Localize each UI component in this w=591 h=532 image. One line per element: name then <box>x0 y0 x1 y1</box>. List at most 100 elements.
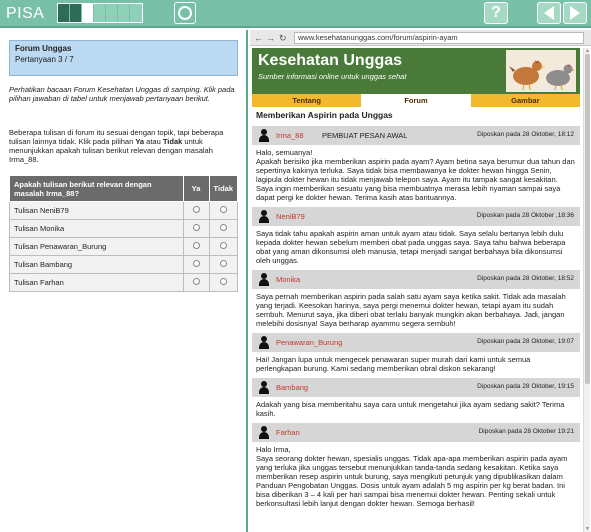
user-avatar-icon <box>258 129 270 142</box>
post-header: NeniB79 Diposkan pada 28 Oktober ,18:36 <box>252 207 580 226</box>
next-button[interactable] <box>563 2 587 24</box>
user-avatar-icon <box>258 381 270 394</box>
post-author: NeniB79 <box>276 212 305 221</box>
radio-no[interactable] <box>208 255 239 274</box>
post-author: Farhan <box>276 428 300 437</box>
table-row: Tulisan Bambang <box>9 255 239 274</box>
forum-posts: Irma_88 PEMBUAT PESAN AWAL Diposkan pada… <box>252 126 580 532</box>
question-header: Forum Unggas Pertanyaan 3 / 7 <box>9 40 238 76</box>
progress-segment-done <box>70 4 82 22</box>
arrow-left-icon <box>544 6 554 20</box>
chickens-illustration-icon <box>506 50 576 92</box>
forum-post: Farhan Diposkan pada 28 Oktober 19:21 Ha… <box>252 423 580 510</box>
forum-post: Penawaran_Burung Diposkan pada 28 Oktobe… <box>252 333 580 375</box>
instruction-text: Perhatikan bacaan Forum Kesehatan Unggas… <box>9 85 235 103</box>
scrollbar-thumb[interactable] <box>585 54 590 384</box>
radio-yes[interactable] <box>182 273 210 292</box>
radio-icon[interactable] <box>219 224 227 231</box>
forward-arrow-icon[interactable]: → <box>266 33 275 43</box>
post-date: Diposkan pada 28 Oktober, 18:52 <box>477 275 574 282</box>
progress-indicator <box>57 3 143 23</box>
browser-bar: ← → ↻ www.kesehatanunggas.com/forum/aspi… <box>250 30 591 46</box>
radio-icon[interactable] <box>219 242 227 249</box>
radio-yes[interactable] <box>182 255 210 274</box>
post-header: Penawaran_Burung Diposkan pada 28 Oktobe… <box>252 333 580 352</box>
back-arrow-icon[interactable]: ← <box>254 33 263 43</box>
post-date: Diposkan pada 28 Oktober, 18:12 <box>477 131 574 138</box>
progress-segment-current <box>82 4 94 22</box>
post-date: Diposkan pada 28 Oktober 19:21 <box>478 428 574 435</box>
post-author: Irma_88 <box>276 131 304 140</box>
table-row: Tulisan Farhan <box>9 273 239 292</box>
table-row: Tulisan Monika <box>9 219 239 238</box>
answer-table: Apakah tulisan berikut relevan dengan ma… <box>9 175 239 292</box>
radio-icon[interactable] <box>192 224 200 231</box>
post-body: Halo Irma, Saya seorang dokter hewan, sp… <box>256 445 568 508</box>
forum-post: Irma_88 PEMBUAT PESAN AWAL Diposkan pada… <box>252 126 580 204</box>
radio-no[interactable] <box>208 273 239 292</box>
unit-title: Forum Unggas <box>15 44 72 53</box>
post-subject: PEMBUAT PESAN AWAL <box>322 131 408 140</box>
scroll-down-icon[interactable]: ▼ <box>585 526 590 532</box>
help-icon: ? <box>491 4 501 21</box>
radio-yes[interactable] <box>182 237 210 256</box>
post-body: Halo, semuanya! Apakah berisiko jika mem… <box>256 148 575 202</box>
radio-icon[interactable] <box>219 278 227 285</box>
radio-no[interactable] <box>208 237 239 256</box>
row-label: Tulisan Bambang <box>9 255 184 274</box>
top-toolbar: PISA ? <box>0 0 591 28</box>
forum-post: NeniB79 Diposkan pada 28 Oktober ,18:36 … <box>252 207 580 267</box>
url-bar[interactable]: www.kesehatanunggas.com/forum/aspirin-ay… <box>294 32 584 44</box>
arrow-right-icon <box>570 6 580 20</box>
forum-post: Monika Diposkan pada 28 Oktober, 18:52 S… <box>252 270 580 330</box>
radio-icon[interactable] <box>192 278 200 285</box>
post-date: Diposkan pada 28 Oktober, 19:07 <box>477 338 574 345</box>
post-date: Diposkan pada 28 Oktober, 19:15 <box>477 383 574 390</box>
radio-icon[interactable] <box>219 206 227 213</box>
question-counter: Pertanyaan 3 / 7 <box>15 55 74 64</box>
radio-yes[interactable] <box>182 201 210 220</box>
user-avatar-icon <box>258 426 270 439</box>
row-label: Tulisan Monika <box>9 219 184 238</box>
radio-no[interactable] <box>208 201 239 220</box>
help-button[interactable]: ? <box>484 2 508 24</box>
radio-icon[interactable] <box>192 242 200 249</box>
posts-scrollbar[interactable]: ▲ ▼ <box>583 48 590 532</box>
forum-post: Bambang Diposkan pada 28 Oktober, 19:15 … <box>252 378 580 420</box>
tab-forum[interactable]: Forum <box>361 94 471 107</box>
radio-icon[interactable] <box>219 260 227 267</box>
radio-no[interactable] <box>208 219 239 238</box>
tab-gambar[interactable]: Gambar <box>471 94 580 107</box>
tab-tentang[interactable]: Tentang <box>252 94 361 107</box>
row-label: Tulisan Farhan <box>9 273 184 292</box>
table-header: Apakah tulisan berikut relevan dengan ma… <box>9 175 184 202</box>
refresh-icon[interactable]: ↻ <box>279 33 287 43</box>
progress-segment-todo <box>130 4 142 22</box>
post-author: Monika <box>276 275 301 284</box>
progress-segment-todo <box>94 4 106 22</box>
table-row: Tulisan Penawaran_Burung <box>9 237 239 256</box>
user-avatar-icon <box>258 210 270 223</box>
site-subtitle: Sumber informasi online untuk unggas seh… <box>258 72 407 81</box>
post-header: Farhan Diposkan pada 28 Oktober 19:21 <box>252 423 580 442</box>
site-nav: Tentang Forum Gambar <box>252 94 580 107</box>
browser-pane: ← → ↻ www.kesehatanunggas.com/forum/aspi… <box>250 30 591 532</box>
user-avatar-icon <box>258 273 270 286</box>
post-body: Hai! Jangan lupa untuk mengecek penawara… <box>256 355 531 373</box>
site-title: Kesehatan Unggas <box>258 52 403 69</box>
progress-segment-todo <box>118 4 130 22</box>
radio-icon[interactable] <box>192 260 200 267</box>
table-row: Tulisan NeniB79 <box>9 201 239 220</box>
row-label: Tulisan Penawaran_Burung <box>9 237 184 256</box>
radio-yes[interactable] <box>182 219 210 238</box>
post-header: Monika Diposkan pada 28 Oktober, 18:52 <box>252 270 580 289</box>
forum-title: Memberikan Aspirin pada Unggas <box>256 110 393 120</box>
post-body: Adakah yang bisa memberitahu saya cara u… <box>256 400 565 418</box>
row-label: Tulisan NeniB79 <box>9 201 184 220</box>
back-button[interactable] <box>537 2 561 24</box>
post-header: Irma_88 PEMBUAT PESAN AWAL Diposkan pada… <box>252 126 580 145</box>
radio-icon[interactable] <box>192 206 200 213</box>
user-avatar-icon <box>258 336 270 349</box>
timer-button[interactable] <box>174 2 196 24</box>
post-body: Saya pernah memberikan aspirin pada sala… <box>256 292 566 328</box>
